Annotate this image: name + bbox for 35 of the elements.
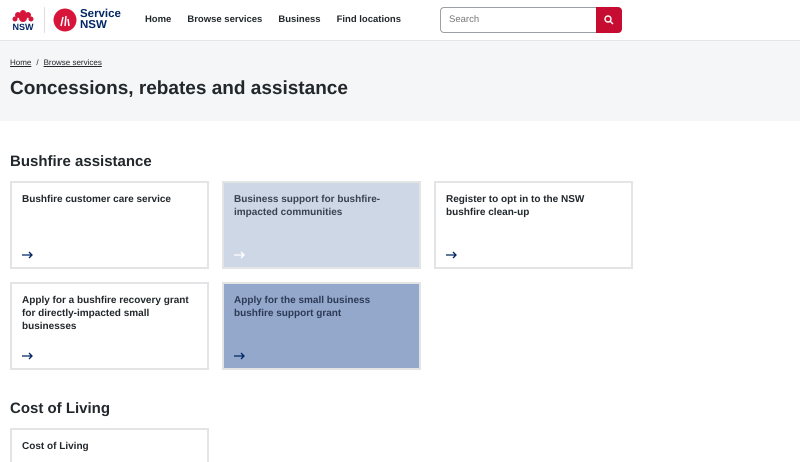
service-card[interactable]: Cost of Living xyxy=(10,428,209,462)
search-icon xyxy=(604,15,614,25)
card-title: Register to opt in to the NSW bushfire clean-up xyxy=(446,193,586,219)
nav-link[interactable]: Home xyxy=(144,12,172,28)
arrow-icon xyxy=(234,352,245,360)
arrow-icon xyxy=(22,251,33,259)
waratah-logo-icon xyxy=(12,8,34,22)
search-field[interactable]: Search xyxy=(440,7,596,33)
arrow-icon xyxy=(446,251,457,259)
breadcrumb-link[interactable]: Browse services xyxy=(44,57,102,69)
search-button[interactable] xyxy=(596,7,622,33)
card-title: Bushfire customer care service xyxy=(22,193,172,206)
brand-name: Service xyxy=(80,8,121,20)
card-title: Business support for bushfire-impacted communities xyxy=(234,193,382,219)
service-card[interactable]: Apply for the small business bushfire support grant xyxy=(222,282,421,370)
nav-link[interactable]: Browse services xyxy=(187,12,262,28)
card-title: Apply for the small business bushfire support grant xyxy=(234,294,372,320)
service-card[interactable]: Register to opt in to the NSW bushfire clean-up xyxy=(434,181,633,269)
service-card[interactable]: Business support for bushfire-impacted communities xyxy=(222,181,421,269)
nav-link[interactable]: Find locations xyxy=(336,12,401,28)
logo-text: NSW xyxy=(12,22,34,32)
service-card[interactable]: Apply for a bushfire recovery grant for directly-impacted small businesses xyxy=(10,282,209,370)
breadcrumb-link[interactable]: Home xyxy=(10,57,32,69)
brand-name: NSW xyxy=(80,20,108,32)
service-card[interactable]: Bushfire customer care service xyxy=(10,181,209,269)
card-title: Cost of Living xyxy=(22,440,90,453)
section-heading: Bushfire assistance xyxy=(10,153,153,171)
section-heading: Cost of Living xyxy=(10,400,111,418)
service-logo-icon xyxy=(53,8,77,32)
page-title: Concessions, rebates and assistance xyxy=(10,78,349,101)
breadcrumb-separator: / xyxy=(36,57,39,69)
card-title: Apply for a bushfire recovery grant for directly-impacted small businesses xyxy=(22,294,190,333)
arrow-icon xyxy=(234,251,245,259)
nav-link[interactable]: Business xyxy=(278,12,321,28)
arrow-icon xyxy=(22,352,33,360)
